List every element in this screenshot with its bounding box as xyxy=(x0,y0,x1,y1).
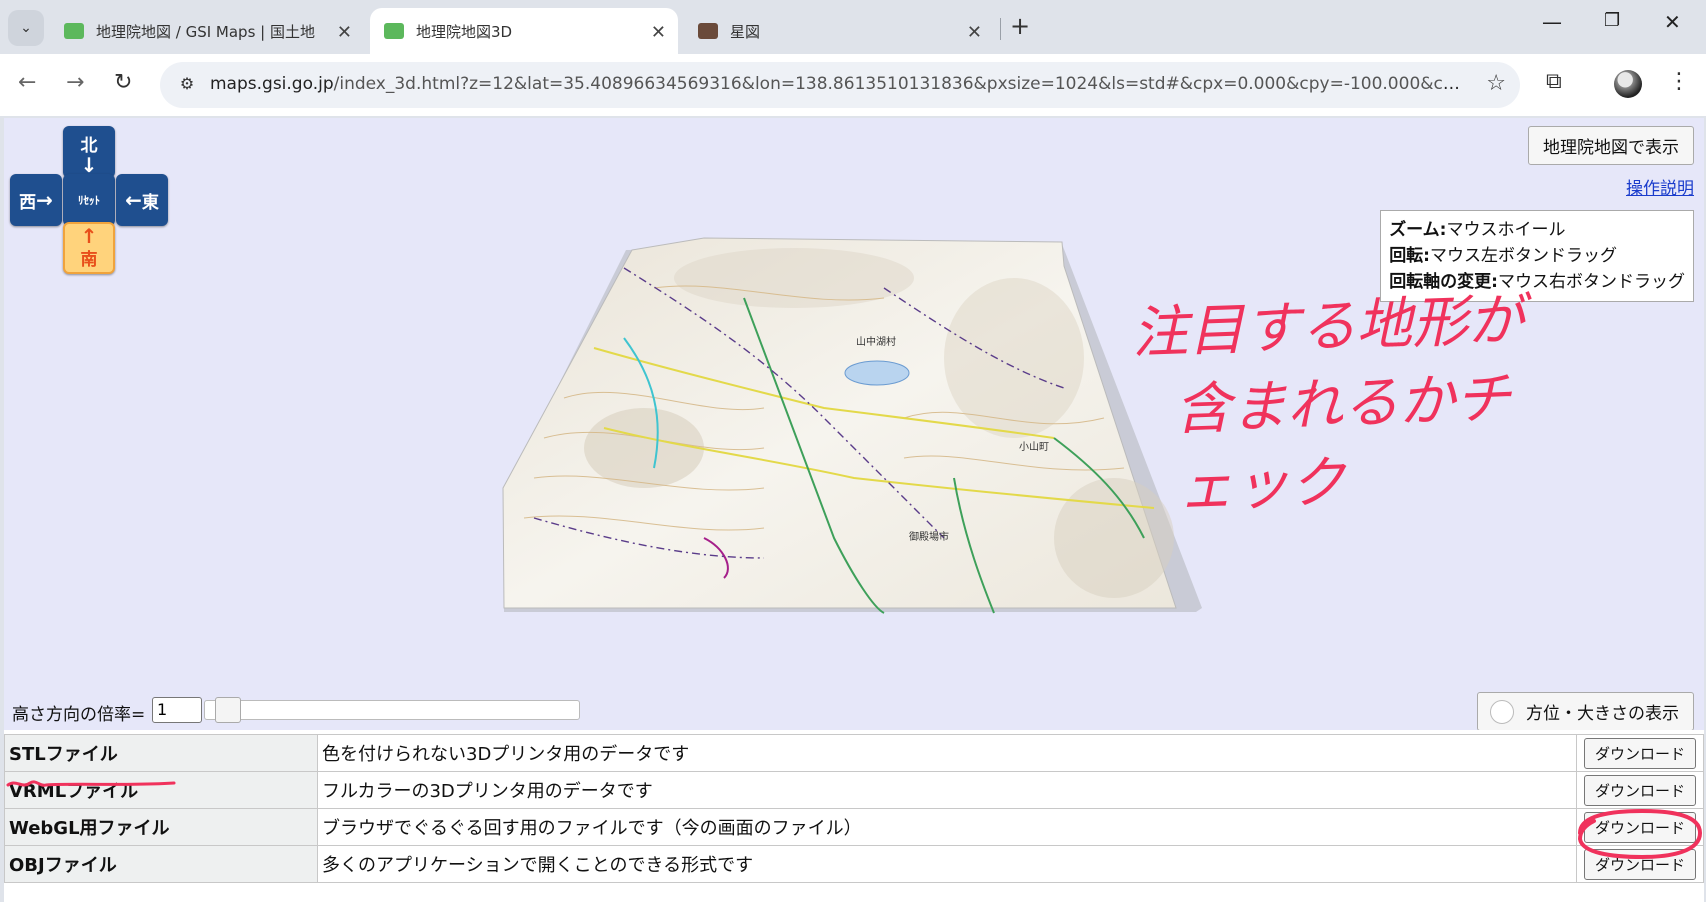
tab-title: 星図 xyxy=(730,22,761,41)
gsi-favicon-icon xyxy=(64,23,84,39)
star-map-favicon-icon xyxy=(698,23,718,39)
file-description: ブラウザでぐるぐる回す用のファイルです（今の画面のファイル） xyxy=(317,808,1577,846)
handwritten-annotation: 注目する地形が 含まれるかチェック xyxy=(1131,281,1557,521)
browser-toolbar: ← → ↻ ⚙ maps.gsi.go.jp/index_3d.html?z=1… xyxy=(0,54,1706,116)
url-host: maps.gsi.go.jp xyxy=(210,74,334,94)
checkbox-icon[interactable] xyxy=(1490,699,1514,724)
help-row-zoom: ズーム:マウスホイール xyxy=(1389,217,1685,243)
gsi-favicon-icon xyxy=(384,23,404,39)
file-description: 色を付けられない3Dプリンタ用のデータです xyxy=(317,734,1577,772)
orientation-size-toggle[interactable]: 方位・大きさの表示 xyxy=(1477,692,1694,730)
vrml-download-button[interactable]: ダウンロード xyxy=(1583,774,1696,806)
page-viewport: 北 ↓ 西 → ﾘｾｯﾄ ← 東 ↑ 南 山中湖村 御殿場市 小山町 地理院地図… xyxy=(4,118,1704,902)
file-description: フルカラーの3Dプリンタ用のデータです xyxy=(317,771,1577,809)
table-row: WebGL用ファイル ブラウザでぐるぐる回す用のファイルです（今の画面のファイル… xyxy=(4,808,1704,846)
stl-download-button[interactable]: ダウンロード xyxy=(1583,737,1696,769)
place-label: 山中湖村 xyxy=(856,335,896,348)
show-in-gsi-maps-button[interactable]: 地理院地図で表示 xyxy=(1528,126,1694,165)
table-row: STLファイル 色を付けられない3Dプリンタ用のデータです ダウンロード xyxy=(4,734,1704,772)
height-scale-slider[interactable] xyxy=(204,697,580,723)
annotation-line-1: 注目する地形が xyxy=(1131,287,1526,367)
tab-title: 地理院地図 / GSI Maps | 国土地 xyxy=(96,22,315,41)
file-type-name: WebGL用ファイル xyxy=(4,808,318,846)
help-key: 回転: xyxy=(1389,246,1430,266)
new-tab-icon[interactable]: + xyxy=(1010,12,1030,40)
help-link[interactable]: 操作説明 xyxy=(1626,174,1694,199)
height-scale-input[interactable]: 1 xyxy=(152,697,202,723)
url-text[interactable]: maps.gsi.go.jp/index_3d.html?z=12&lat=35… xyxy=(210,74,1460,94)
tab-star-map[interactable]: 星図 ✕ xyxy=(688,8,994,54)
window-close-icon[interactable]: ✕ xyxy=(1664,10,1681,34)
help-value: マウスホイール xyxy=(1446,220,1566,240)
help-key: ズーム: xyxy=(1389,220,1447,240)
bookmark-star-icon[interactable]: ☆ xyxy=(1486,71,1506,96)
red-circle-mark xyxy=(1577,808,1703,860)
restore-icon[interactable]: ❐ xyxy=(1604,10,1620,31)
minimize-icon[interactable]: — xyxy=(1542,10,1562,34)
slider-knob[interactable] xyxy=(215,697,241,723)
map-3d-view[interactable]: 北 ↓ 西 → ﾘｾｯﾄ ← 東 ↑ 南 山中湖村 御殿場市 小山町 地理院地図… xyxy=(4,118,1704,730)
red-underline-mark xyxy=(6,780,176,787)
site-info-icon[interactable]: ⚙ xyxy=(174,74,200,96)
reload-icon[interactable]: ↻ xyxy=(114,70,132,95)
place-label: 御殿場市 xyxy=(909,530,949,543)
avatar[interactable] xyxy=(1614,70,1642,98)
menu-kebab-icon[interactable]: ⋮ xyxy=(1668,69,1690,94)
place-label: 小山町 xyxy=(1019,441,1049,453)
tab-title: 地理院地図3D xyxy=(416,22,513,41)
tab-separator xyxy=(1000,18,1001,40)
file-type-name: STLファイル xyxy=(4,734,318,772)
annotation-line-2: 含まれるかチェック xyxy=(1173,366,1512,521)
file-description: 多くのアプリケーションで開くことのできる形式です xyxy=(317,845,1577,883)
close-icon[interactable]: ✕ xyxy=(337,22,352,43)
download-table: STLファイル 色を付けられない3Dプリンタ用のデータです ダウンロード VRM… xyxy=(4,734,1704,883)
close-icon[interactable]: ✕ xyxy=(651,22,666,43)
close-icon[interactable]: ✕ xyxy=(967,22,982,43)
extensions-icon[interactable]: ⧉ xyxy=(1546,69,1562,94)
address-bar[interactable]: ⚙ maps.gsi.go.jp/index_3d.html?z=12&lat=… xyxy=(160,62,1520,108)
url-path: /index_3d.html?z=12&lat=35.4089663456931… xyxy=(333,74,1460,94)
forward-icon[interactable]: → xyxy=(66,70,84,95)
back-icon[interactable]: ← xyxy=(18,70,36,95)
table-row: OBJファイル 多くのアプリケーションで開くことのできる形式です ダウンロード xyxy=(4,845,1704,883)
download-cell: ダウンロード xyxy=(1576,771,1704,809)
help-value: マウス左ボタンドラッグ xyxy=(1430,246,1617,266)
tab-gsi-maps[interactable]: 地理院地図 / GSI Maps | 国土地 ✕ xyxy=(54,8,364,54)
table-row: VRMLファイル フルカラーの3Dプリンタ用のデータです ダウンロード xyxy=(4,771,1704,809)
tab-search-button[interactable]: ⌄ xyxy=(8,10,44,46)
download-cell: ダウンロード xyxy=(1576,734,1704,772)
orientation-label: 方位・大きさの表示 xyxy=(1526,704,1679,724)
tab-bar: ⌄ 地理院地図 / GSI Maps | 国土地 ✕ 地理院地図3D ✕ 星図 … xyxy=(0,0,1706,54)
height-scale-label: 高さ方向の倍率= xyxy=(12,705,146,725)
file-type-name: OBJファイル xyxy=(4,845,318,883)
tab-gsi-3d[interactable]: 地理院地図3D ✕ xyxy=(370,8,678,54)
help-row-rotate: 回転:マウス左ボタンドラッグ xyxy=(1389,243,1685,269)
